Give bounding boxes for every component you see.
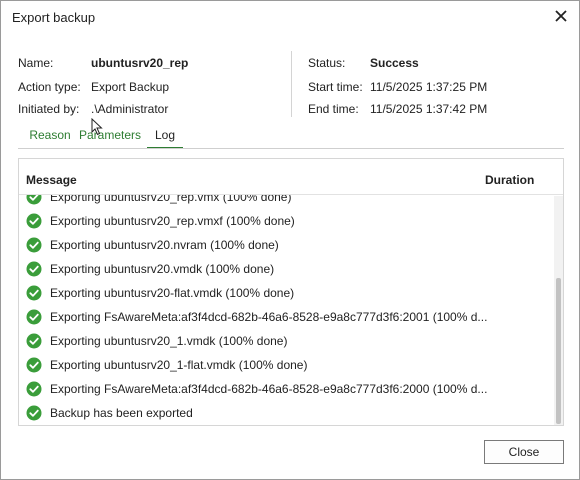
action-type-label: Action type: [18, 80, 81, 94]
check-circle-icon [26, 333, 42, 349]
name-value: ubuntusrv20_rep [91, 56, 189, 70]
close-icon[interactable] [552, 7, 570, 25]
check-circle-icon [26, 261, 42, 277]
initiated-by-label: Initiated by: [18, 102, 80, 116]
initiated-by-value: .\Administrator [91, 102, 169, 116]
log-message: Exporting ubuntusrv20_1.vmdk (100% done) [50, 334, 288, 348]
log-list[interactable]: Exporting ubuntusrv20_rep.vmx (100% done… [18, 158, 564, 426]
check-circle-icon [26, 237, 42, 253]
check-circle-icon [26, 309, 42, 325]
log-message: Exporting ubuntusrv20.vmdk (100% done) [50, 262, 275, 276]
column-header-duration[interactable]: Duration [485, 173, 534, 187]
tab-parameters[interactable]: Parameters [78, 125, 142, 149]
log-row[interactable]: Exporting ubuntusrv20.nvram (100% done) [19, 233, 553, 257]
check-circle-icon [26, 357, 42, 373]
status-label: Status: [308, 56, 346, 70]
log-row[interactable]: Exporting FsAwareMeta:af3f4dcd-682b-46a6… [19, 305, 553, 329]
action-type-value: Export Backup [91, 80, 170, 94]
log-message: Exporting FsAwareMeta:af3f4dcd-682b-46a6… [50, 310, 488, 324]
status-value: Success [370, 56, 419, 70]
window-title: Export backup [12, 10, 96, 25]
log-message: Backup has been exported [50, 406, 193, 420]
log-row[interactable]: Backup has been exported [19, 401, 553, 425]
end-time-label: End time: [308, 102, 359, 116]
check-circle-icon [26, 405, 42, 421]
log-message: Exporting ubuntusrv20_rep.vmxf (100% don… [50, 214, 295, 228]
check-circle-icon [26, 213, 42, 229]
scrollbar-thumb[interactable] [556, 278, 561, 424]
log-message: Exporting ubuntusrv20.nvram (100% done) [50, 238, 279, 252]
mouse-pointer-icon [91, 118, 103, 136]
check-circle-icon [26, 381, 42, 397]
log-header: Message Duration [19, 159, 563, 195]
tab-log[interactable]: Log [147, 125, 183, 149]
tab-reason[interactable]: Reason [26, 125, 74, 149]
close-button[interactable]: Close [484, 440, 564, 464]
title-bar: Export backup [1, 1, 579, 33]
log-row[interactable]: Exporting ubuntusrv20_rep.vmxf (100% don… [19, 209, 553, 233]
log-message: Exporting ubuntusrv20-flat.vmdk (100% do… [50, 286, 295, 300]
start-time-value: 11/5/2025 1:37:25 PM [370, 80, 488, 94]
log-rows: Exporting ubuntusrv20_rep.vmx (100% done… [19, 185, 553, 425]
log-scrollbar[interactable] [554, 196, 563, 425]
name-label: Name: [18, 56, 54, 70]
log-row[interactable]: Exporting ubuntusrv20_1-flat.vmdk (100% … [19, 353, 553, 377]
export-backup-dialog: Export backup Name: ubuntusrv20_rep Acti… [0, 0, 580, 480]
check-circle-icon [26, 285, 42, 301]
log-message: Exporting ubuntusrv20_1-flat.vmdk (100% … [50, 358, 308, 372]
details-divider [291, 51, 292, 117]
log-message: Exporting FsAwareMeta:af3f4dcd-682b-46a6… [50, 382, 488, 396]
tabs-underline [18, 148, 564, 149]
log-row[interactable]: Exporting ubuntusrv20_1.vmdk (100% done) [19, 329, 553, 353]
start-time-label: Start time: [308, 80, 363, 94]
log-row[interactable]: Exporting FsAwareMeta:af3f4dcd-682b-46a6… [19, 377, 553, 401]
column-header-message[interactable]: Message [26, 173, 77, 187]
end-time-value: 11/5/2025 1:37:42 PM [370, 102, 488, 116]
log-row[interactable]: Exporting ubuntusrv20.vmdk (100% done) [19, 257, 553, 281]
log-row[interactable]: Exporting ubuntusrv20-flat.vmdk (100% do… [19, 281, 553, 305]
